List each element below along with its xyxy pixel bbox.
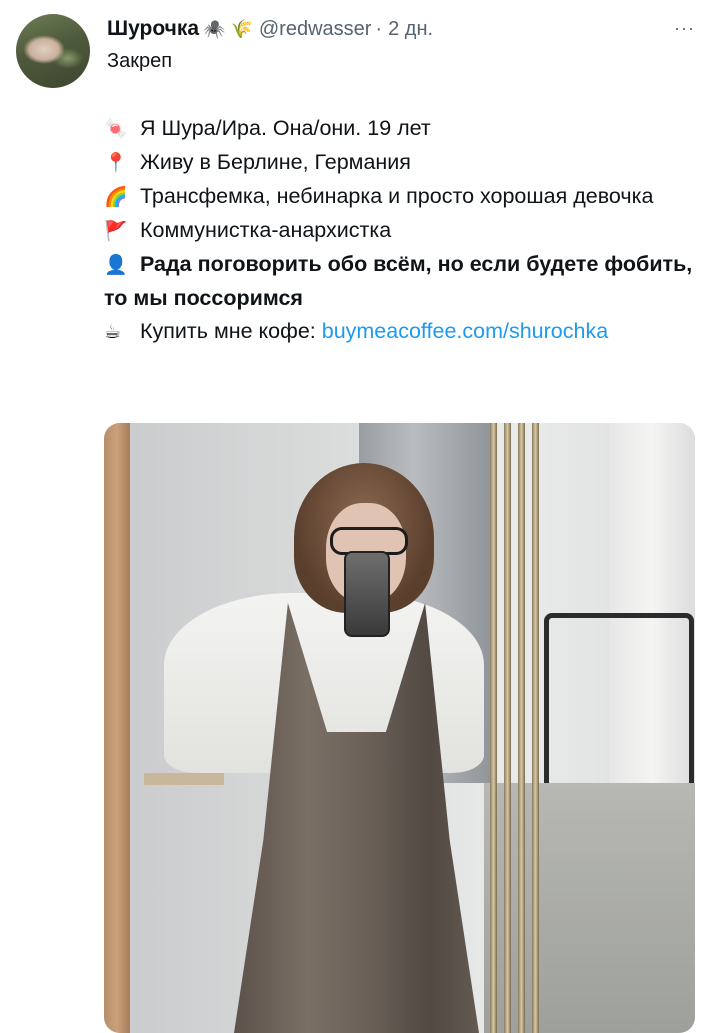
photo-pole bbox=[518, 423, 525, 1033]
tweet-header: Шурочка 🕷️ 🌾 @redwasser · 2 дн. bbox=[107, 14, 689, 44]
pin-icon: 📍 bbox=[104, 153, 128, 174]
photo-pole bbox=[532, 423, 539, 1033]
more-options-icon[interactable]: ··· bbox=[674, 18, 695, 39]
user-handle[interactable]: @redwasser bbox=[259, 18, 372, 41]
photo-phone bbox=[344, 551, 390, 637]
photo-table bbox=[144, 773, 224, 785]
avatar[interactable] bbox=[16, 14, 90, 88]
photo-pole bbox=[504, 423, 511, 1033]
bio-line-politics: 🚩 Коммунистка-анархистка bbox=[104, 214, 700, 248]
separator: · bbox=[375, 17, 383, 40]
person-silhouette-icon: 👤 bbox=[104, 255, 128, 276]
name-emoji-badges: 🕷️ 🌾 bbox=[203, 18, 253, 39]
bio-line-talk: 👤 Рада поговорить обо всём, но если будет… bbox=[104, 248, 700, 315]
bio-line-location: 📍 Живу в Берлине, Германия bbox=[104, 146, 700, 180]
coffee-icon: ☕ bbox=[104, 322, 122, 343]
coffee-link[interactable]: buymeacoffee.com/shurochka bbox=[322, 319, 608, 343]
tweet-photo[interactable] bbox=[104, 423, 695, 1033]
photo-pole bbox=[490, 423, 497, 1033]
photo-mirror-frame bbox=[104, 423, 130, 1033]
display-name[interactable]: Шурочка bbox=[107, 17, 199, 41]
pinned-label: Закреп bbox=[107, 50, 173, 72]
bio-line-identity: 🌈 Трансфемка, небинарка и просто хорошая … bbox=[104, 180, 700, 214]
tweet-text: 🍬 Я Шура/Ира. Она/они. 19 лет 📍 Живу в Бер… bbox=[104, 112, 700, 349]
bio-line-coffee: ☕ Купить мне кофе: buymeacoffee.com/shuro… bbox=[104, 315, 700, 349]
timestamp[interactable]: 2 дн. bbox=[388, 18, 433, 41]
rainbow-icon: 🌈 bbox=[104, 187, 128, 208]
photo-bed bbox=[484, 783, 695, 1033]
red-flag-icon: 🚩 bbox=[104, 221, 128, 242]
candy-icon: 🍬 bbox=[104, 119, 128, 140]
bio-line-name: 🍬 Я Шура/Ира. Она/они. 19 лет bbox=[104, 112, 700, 146]
